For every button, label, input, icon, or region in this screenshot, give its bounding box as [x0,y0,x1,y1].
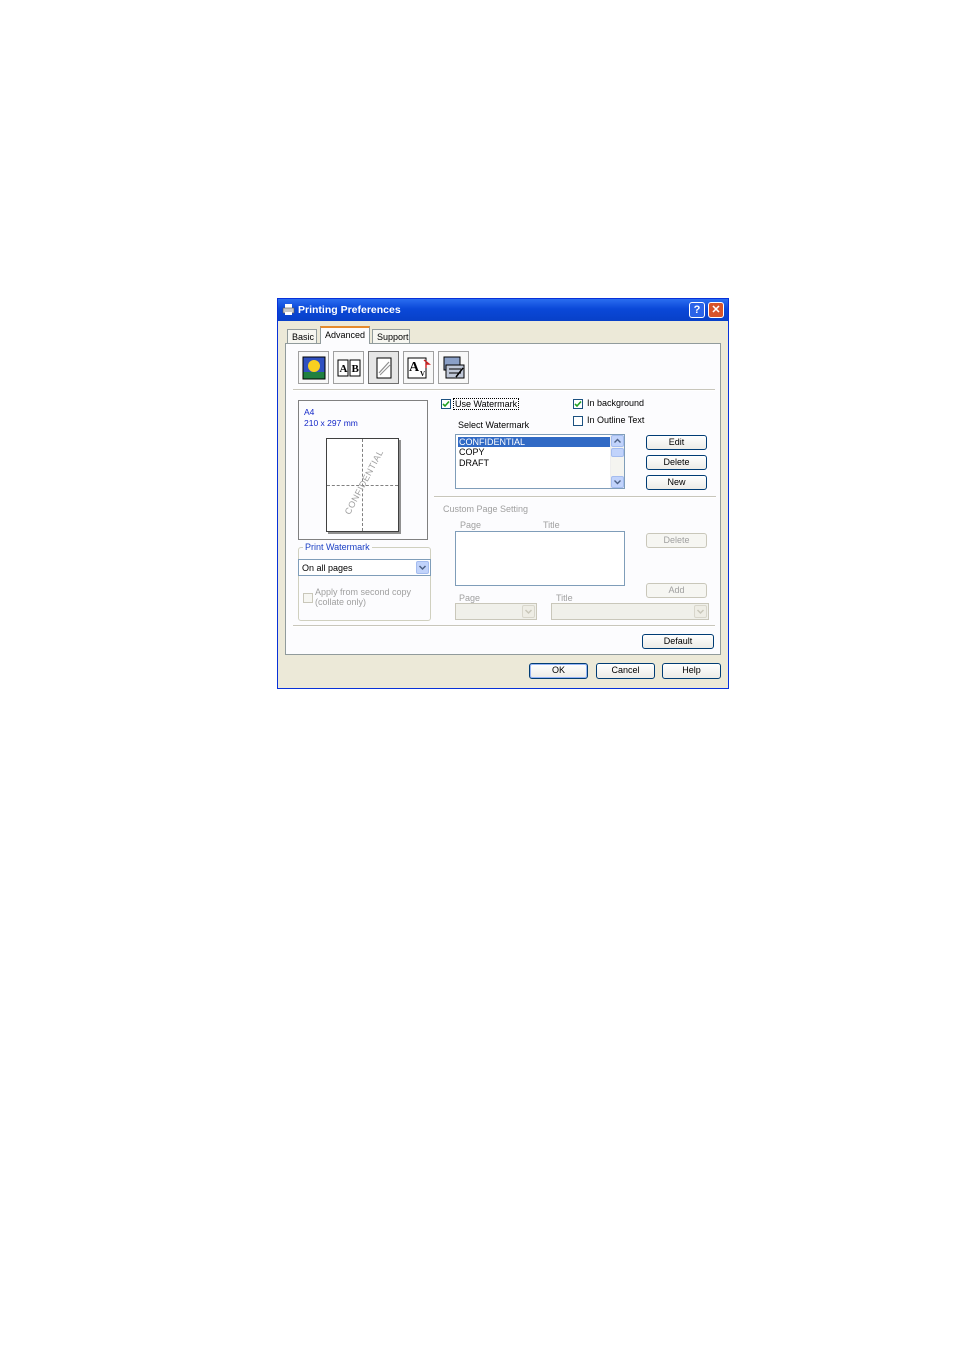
in-outline-text-checkbox[interactable] [573,416,583,426]
printing-preferences-dialog: Printing Preferences ? ✕ Basic Advanced … [277,298,729,689]
tab-basic[interactable]: Basic [287,329,317,343]
scaling-icon: A V [407,357,431,379]
use-watermark-checkbox[interactable] [441,399,451,409]
printer-icon [282,304,295,315]
tab-support[interactable]: Support [372,329,410,343]
close-title-button[interactable]: ✕ [708,302,724,318]
in-outline-text-label: In Outline Text [587,415,645,425]
custom-page-divider [434,496,716,498]
custom-page-select[interactable] [455,603,537,620]
scroll-up-button[interactable] [611,435,624,447]
chevron-down-icon[interactable] [522,605,535,618]
device-options-icon [443,356,465,379]
edit-watermark-button[interactable]: Edit [646,435,707,450]
toolbar-divider [293,389,715,391]
apply-second-copy-label-2: (collate only) [315,597,367,607]
window-title: Printing Preferences [298,304,401,316]
chevron-down-icon[interactable] [694,605,707,618]
watermark-list[interactable]: CONFIDENTIAL COPY DRAFT [455,434,625,489]
checkmark-icon [574,400,582,408]
custom-page-field-label: Page [459,593,481,603]
custom-delete-button[interactable]: Delete [646,533,707,548]
in-background-checkbox[interactable] [573,399,583,409]
print-watermark-label: Print Watermark [303,542,372,552]
scroll-down-button[interactable] [611,476,624,488]
tab-advanced[interactable]: Advanced [320,326,370,344]
default-button[interactable]: Default [642,634,714,649]
title-bar[interactable]: Printing Preferences ? ✕ [278,299,728,321]
select-watermark-label: Select Watermark [458,420,530,430]
print-quality-button[interactable] [298,351,329,384]
print-watermark-select[interactable]: On all pages [298,559,431,576]
custom-page-list[interactable] [455,531,625,586]
ok-button[interactable]: OK [529,663,588,679]
watermark-button[interactable] [368,351,399,384]
duplex-icon: A B [337,359,361,377]
preview-watermark-text: CONFIDENTIAL [342,447,386,517]
help-title-button[interactable]: ? [689,302,705,318]
default-divider [293,625,715,627]
svg-text:B: B [352,363,360,375]
delete-watermark-button[interactable]: Delete [646,455,707,470]
custom-title-select[interactable] [551,603,709,620]
device-options-button[interactable] [438,351,469,384]
use-watermark-label: Use Watermark [453,398,520,410]
svg-text:V: V [420,370,425,378]
chevron-down-icon[interactable] [416,561,429,574]
list-scrollbar[interactable] [610,435,624,488]
custom-title-field-label: Title [556,593,573,603]
list-item[interactable]: DRAFT [458,458,613,468]
paper-dims-label: 210 x 297 mm [304,418,358,428]
list-item[interactable]: CONFIDENTIAL [458,437,613,447]
svg-text:A: A [340,363,348,375]
scroll-thumb[interactable] [611,448,624,457]
checkmark-icon [442,400,450,408]
preview-page: CONFIDENTIAL [326,438,399,532]
duplex-button[interactable]: A B [333,351,364,384]
apply-second-copy-label: Apply from second copy [315,587,412,597]
svg-text:A: A [409,360,420,375]
paper-size-label: A4 [304,407,315,417]
paper-preview: A4 210 x 297 mm CONFIDENTIAL [298,400,428,540]
new-watermark-button[interactable]: New [646,475,707,490]
cancel-button[interactable]: Cancel [596,663,655,679]
custom-title-header: Title [543,520,560,530]
help-button[interactable]: Help [662,663,721,679]
scaling-button[interactable]: A V [403,351,434,384]
print-quality-icon [302,356,326,380]
apply-second-copy-checkbox[interactable] [303,593,313,603]
custom-add-button[interactable]: Add [646,583,707,598]
custom-page-header: Page [460,520,482,530]
watermark-icon [376,357,392,379]
list-item[interactable]: COPY [458,447,613,457]
in-background-label: In background [587,398,645,408]
custom-page-setting-label: Custom Page Setting [443,504,529,514]
